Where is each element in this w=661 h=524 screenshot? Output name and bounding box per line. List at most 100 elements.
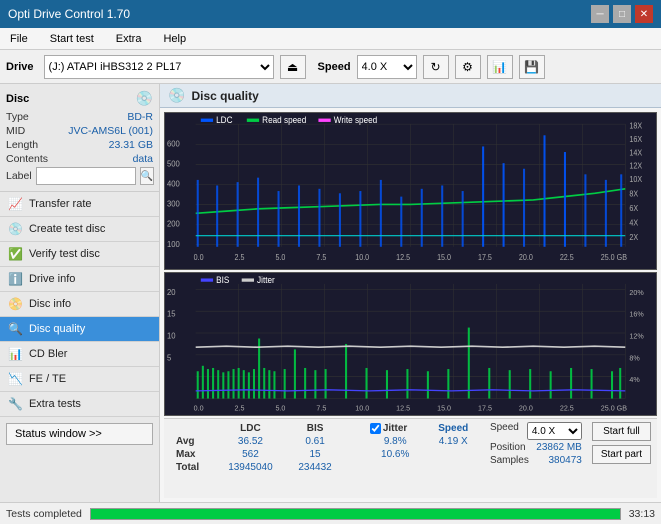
sidebar-item-disc-quality[interactable]: 🔍 Disc quality — [0, 317, 159, 342]
chart1-container: LDC Read speed Write speed 600 500 400 3… — [164, 112, 657, 270]
disc-type-label: Type — [6, 111, 29, 123]
sidebar-item-transfer-rate[interactable]: 📈 Transfer rate — [0, 192, 159, 217]
save-button[interactable]: 💾 — [519, 55, 545, 79]
drive-info-icon: ℹ️ — [8, 272, 23, 286]
svg-text:20%: 20% — [629, 288, 644, 297]
sidebar-item-transfer-rate-label: Transfer rate — [29, 198, 92, 210]
svg-text:12.5: 12.5 — [396, 253, 410, 262]
speed-label: Speed — [318, 61, 351, 73]
sidebar-item-verify-test-disc[interactable]: ✅ Verify test disc — [0, 242, 159, 267]
svg-text:20: 20 — [167, 288, 176, 297]
sidebar-item-fe-te[interactable]: 📉 FE / TE — [0, 367, 159, 392]
svg-text:14X: 14X — [629, 148, 642, 157]
sidebar-item-disc-info[interactable]: 📀 Disc info — [0, 292, 159, 317]
svg-text:Read speed: Read speed — [262, 115, 306, 125]
content-title: Disc quality — [191, 89, 258, 103]
col-bis: BIS — [286, 422, 344, 435]
jitter-checkbox[interactable] — [370, 423, 381, 434]
close-button[interactable]: ✕ — [635, 5, 653, 23]
menu-start-test[interactable]: Start test — [44, 31, 100, 47]
fe-te-icon: 📉 — [8, 372, 23, 386]
status-time: 33:13 — [629, 508, 655, 520]
sidebar-item-extra-tests[interactable]: 🔧 Extra tests — [0, 392, 159, 417]
chart1-svg: LDC Read speed Write speed 600 500 400 3… — [165, 113, 656, 269]
menubar: File Start test Extra Help — [0, 28, 661, 50]
svg-text:20.0: 20.0 — [519, 403, 533, 412]
disc-length-value: 23.31 GB — [109, 139, 153, 151]
progress-bar-container — [90, 508, 621, 520]
menu-help[interactable]: Help — [157, 31, 192, 47]
refresh-button[interactable]: ↻ — [423, 55, 449, 79]
cd-bler-icon: 📊 — [8, 347, 23, 361]
sidebar-item-cd-bler[interactable]: 📊 CD Bler — [0, 342, 159, 367]
svg-text:0.0: 0.0 — [194, 253, 204, 262]
window-controls: ─ □ ✕ — [591, 5, 653, 23]
svg-text:10.0: 10.0 — [355, 403, 369, 412]
sidebar-item-verify-test-disc-label: Verify test disc — [29, 248, 100, 260]
disc-contents-label: Contents — [6, 153, 48, 165]
main-layout: Disc 💿 Type BD-R MID JVC-AMS6L (001) Len… — [0, 84, 661, 502]
svg-text:8%: 8% — [629, 353, 640, 362]
start-part-button[interactable]: Start part — [592, 445, 651, 464]
status-text: Tests completed — [6, 508, 82, 520]
svg-text:25.0 GB: 25.0 GB — [601, 253, 627, 262]
position-value: 23862 MB — [536, 442, 582, 453]
svg-text:25.0 GB: 25.0 GB — [601, 403, 627, 412]
svg-text:6X: 6X — [629, 204, 638, 213]
svg-text:18X: 18X — [629, 121, 642, 130]
svg-text:500: 500 — [167, 159, 180, 168]
settings-button[interactable]: ⚙ — [455, 55, 481, 79]
extra-tests-icon: 🔧 — [8, 397, 23, 411]
disc-icon: 💿 — [136, 90, 153, 107]
create-test-disc-icon: 💿 — [8, 222, 23, 236]
disc-mid-value: JVC-AMS6L (001) — [68, 125, 153, 137]
status-window-button[interactable]: Status window >> — [6, 423, 153, 445]
disc-label-btn[interactable]: 🔍 — [140, 167, 154, 185]
svg-text:7.5: 7.5 — [316, 253, 326, 262]
svg-text:16X: 16X — [629, 135, 642, 144]
start-full-button[interactable]: Start full — [592, 422, 651, 441]
stats-area: LDC BIS Jitter Speed — [164, 418, 657, 498]
content-header: 💿 Disc quality — [160, 84, 661, 108]
titlebar: Opti Drive Control 1.70 ─ □ ✕ — [0, 0, 661, 28]
eject-button[interactable]: ⏏ — [280, 55, 306, 79]
statusbar: Tests completed 33:13 — [0, 502, 661, 524]
menu-extra[interactable]: Extra — [110, 31, 148, 47]
svg-text:17.5: 17.5 — [478, 403, 492, 412]
disc-label-input[interactable] — [36, 167, 136, 185]
svg-text:4%: 4% — [629, 375, 640, 384]
charts-area: LDC Read speed Write speed 600 500 400 3… — [160, 108, 661, 502]
sidebar-menu: 📈 Transfer rate 💿 Create test disc ✅ Ver… — [0, 192, 159, 417]
svg-text:5: 5 — [167, 353, 172, 362]
chart-button[interactable]: 📊 — [487, 55, 513, 79]
disc-mid-label: MID — [6, 125, 25, 137]
samples-label: Samples — [490, 455, 529, 466]
sidebar-item-cd-bler-label: CD Bler — [29, 348, 68, 360]
svg-text:2.5: 2.5 — [235, 403, 245, 412]
disc-label-label: Label — [6, 170, 32, 182]
sidebar-item-drive-info[interactable]: ℹ️ Drive info — [0, 267, 159, 292]
svg-text:5.0: 5.0 — [275, 403, 285, 412]
maximize-button[interactable]: □ — [613, 5, 631, 23]
sidebar-item-create-test-disc-label: Create test disc — [29, 223, 105, 235]
svg-text:600: 600 — [167, 139, 180, 148]
disc-title: Disc — [6, 93, 29, 105]
disc-panel: Disc 💿 Type BD-R MID JVC-AMS6L (001) Len… — [0, 84, 159, 192]
chart2-svg: BIS Jitter 20 15 10 5 20% 16% 12% 8% 4% … — [165, 273, 656, 415]
position-label: Position — [490, 442, 526, 453]
svg-text:0.0: 0.0 — [194, 403, 204, 412]
sidebar-item-disc-quality-label: Disc quality — [29, 323, 85, 335]
menu-file[interactable]: File — [4, 31, 34, 47]
drive-label: Drive — [6, 61, 34, 73]
sidebar: Disc 💿 Type BD-R MID JVC-AMS6L (001) Len… — [0, 84, 160, 502]
drive-select[interactable]: (J:) ATAPI iHBS312 2 PL17 — [44, 55, 274, 79]
svg-text:10: 10 — [167, 331, 176, 340]
svg-text:10X: 10X — [629, 175, 642, 184]
minimize-button[interactable]: ─ — [591, 5, 609, 23]
speed-dropdown[interactable]: 4.0 X — [527, 422, 582, 440]
speed-select[interactable]: 4.0 X 1.0 X 2.0 X 8.0 X — [357, 55, 417, 79]
svg-text:4X: 4X — [629, 218, 638, 227]
disc-quality-icon: 🔍 — [8, 322, 23, 336]
progress-bar-fill — [91, 509, 620, 519]
sidebar-item-create-test-disc[interactable]: 💿 Create test disc — [0, 217, 159, 242]
